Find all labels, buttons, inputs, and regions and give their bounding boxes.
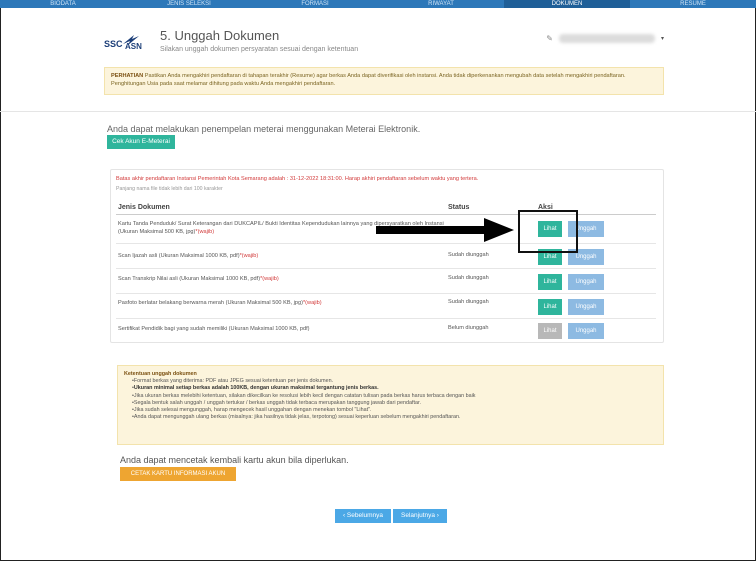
rules-list: Format berkas yang diterima: PDF atau JP… <box>132 378 657 421</box>
doc-status: Belum diunggah <box>448 325 489 331</box>
top-nav: BIODATA JENIS SELEKSI FORMASI RIWAYAT DO… <box>0 0 756 8</box>
upload-button[interactable]: Unggah <box>568 299 604 315</box>
doc-name: Scan Ijazah asli (Ukuran Maksimal 1000 K… <box>118 253 259 259</box>
next-button[interactable]: Selanjutnya › <box>393 509 447 523</box>
arrow-annotation-shaft <box>376 226 486 234</box>
tab-riwayat[interactable]: RIWAYAT <box>378 0 504 8</box>
attention-alert: PERHATIAN Pastikan Anda mengakhiri penda… <box>104 67 664 95</box>
tab-jenis-seleksi[interactable]: JENIS SELEKSI <box>126 0 252 8</box>
print-account-card-button[interactable]: CETAK KARTU INFORMASI AKUN <box>120 467 236 481</box>
divider <box>0 111 756 112</box>
view-button-disabled: Lihat <box>538 323 562 339</box>
chevron-down-icon[interactable]: ▾ <box>661 35 664 42</box>
filename-limit-note: Panjang nama file tidak lebih dari 100 k… <box>116 186 223 192</box>
logo-asn-text: ASN <box>125 42 142 51</box>
print-card-text: Anda dapat mencetak kembali kartu akun b… <box>120 455 349 465</box>
doc-name: Pasfoto berlatar belakang berwarna merah… <box>118 300 322 306</box>
page-subtitle: Silakan unggah dokumen persyaratan sesua… <box>160 46 359 53</box>
tab-biodata[interactable]: BIODATA <box>0 0 126 8</box>
alert-label: PERHATIAN <box>111 73 144 79</box>
tab-resume[interactable]: RESUME <box>630 0 756 8</box>
deadline-notice: Batas akhir pendaftaran Instansi Pemerin… <box>116 176 479 182</box>
doc-name: Scan Transkrip Nilai asli (Ukuran Maksim… <box>118 276 279 282</box>
col-status: Status <box>448 204 470 211</box>
col-jenis-dokumen: Jenis Dokumen <box>118 204 170 211</box>
doc-status: Sudah diunggah <box>448 252 489 258</box>
rule-item: Segala bentuk salah unggah / unggah tert… <box>132 400 657 407</box>
table-row: Sertifikat Pendidik bagi yang sudah memi… <box>116 319 656 341</box>
page-header: SSC ASN 5. Unggah Dokumen Silakan unggah… <box>104 24 664 64</box>
user-icon: ✎ <box>546 34 553 43</box>
logo-ssc-text: SSC <box>104 39 123 49</box>
user-name-redacted <box>558 34 655 43</box>
rule-item: Jika sudah selesai mengunggah, harap men… <box>132 407 657 414</box>
upload-button[interactable]: Unggah <box>568 323 604 339</box>
rule-item: Anda dapat mengunggah ulang berkas (misa… <box>132 414 657 421</box>
upload-button[interactable]: Unggah <box>568 274 604 290</box>
previous-button[interactable]: ‹ Sebelumnya <box>335 509 391 523</box>
table-row: Scan Transkrip Nilai asli (Ukuran Maksim… <box>116 269 656 294</box>
sscasn-logo: SSC ASN <box>104 34 148 56</box>
rule-item: Ukuran minimal setiap berkas adalah 100K… <box>132 385 657 392</box>
upload-rules-box: Ketentuan unggah dokumen Format berkas y… <box>117 365 664 445</box>
cek-akun-emeterai-button[interactable]: Cek Akun E-Meterai <box>107 135 175 149</box>
alert-text: Pastikan Anda mengakhiri pendaftaran di … <box>111 73 626 87</box>
tab-formasi[interactable]: FORMASI <box>252 0 378 8</box>
tab-dokumen[interactable]: DOKUMEN <box>504 0 630 8</box>
page-title: 5. Unggah Dokumen <box>160 28 280 43</box>
doc-status: Sudah diunggah <box>448 299 489 305</box>
view-button[interactable]: Lihat <box>538 299 562 315</box>
view-button[interactable]: Lihat <box>538 274 562 290</box>
rules-title: Ketentuan unggah dokumen <box>124 371 197 377</box>
arrow-annotation-head-icon <box>484 218 514 242</box>
rule-item: Jika ukuran berkas melebihi ketentuan, s… <box>132 393 657 400</box>
emeterai-text: Anda dapat melakukan penempelan meterai … <box>107 124 421 134</box>
table-row: Pasfoto berlatar belakang berwarna merah… <box>116 294 656 319</box>
highlight-annotation-box <box>518 210 578 253</box>
rule-item: Format berkas yang diterima: PDF atau JP… <box>132 378 657 385</box>
doc-status: Sudah diunggah <box>448 275 489 281</box>
user-menu[interactable]: ✎ ▾ <box>546 34 664 43</box>
doc-name: Sertifikat Pendidik bagi yang sudah memi… <box>118 326 310 332</box>
